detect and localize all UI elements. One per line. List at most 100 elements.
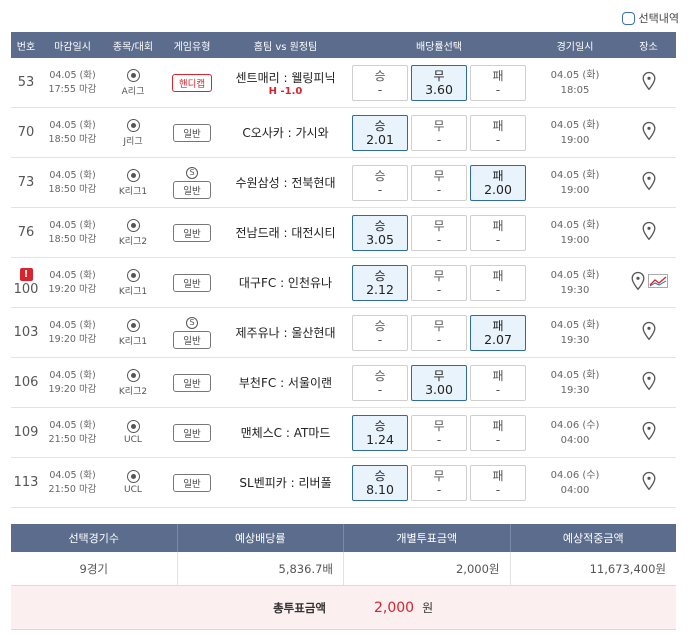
place-cell [621, 421, 676, 444]
odds-label: 승 [374, 118, 386, 133]
location-pin-icon[interactable] [641, 221, 657, 244]
soccer-ball-icon [126, 420, 140, 433]
odds-button[interactable]: 패- [470, 464, 526, 501]
odds-value: - [377, 381, 383, 397]
odds-button[interactable]: 패- [470, 114, 526, 151]
odds-label: 승 [374, 418, 386, 433]
game-time: 18:05 [560, 84, 590, 96]
odds-button[interactable]: 패 2.07 [470, 314, 526, 351]
deadline-time: 18:50 마감 [48, 183, 97, 195]
odds-cell: 승 8.10 무 - 패 - [349, 464, 529, 501]
sport-cell: K리그2 [104, 368, 162, 397]
table-body: 53 04.05 (화) 17:55 마감 A리그 핸디캡 센트매리 : 웰링피닉 H -1… [11, 58, 676, 508]
selection-toggle[interactable]: 선택내역 [621, 10, 679, 26]
soccer-ball-icon [126, 368, 140, 382]
odds-value: 2.00 [484, 181, 512, 197]
odds-button[interactable]: 무- [411, 214, 467, 251]
summary-count: 9경기 [11, 552, 178, 585]
odds-button[interactable]: 승 8.10 [352, 464, 408, 501]
odds-button[interactable]: 승 2.01 [352, 114, 408, 151]
table-row: 103 04.05 (화) 19:20 마감 K리그1 S 일반 제주유나 : 울산현대 승 -… [11, 308, 676, 358]
game-number: 76 [17, 225, 35, 240]
header-teams: 홈팀 vs 원정팀 [253, 41, 318, 53]
location-pin-icon[interactable] [641, 71, 657, 94]
odds-button[interactable]: 패- [470, 364, 526, 401]
game-number: 53 [17, 75, 35, 90]
deadline-cell: 04.05 (화) 21:50 마감 [41, 419, 104, 447]
table-row: ! 100 04.05 (화) 19:20 마감 K리그1 일반 대구FC : 인천유나 승 2… [11, 258, 676, 308]
game-date: 04.05 (화) [550, 319, 600, 331]
location-pin-icon[interactable] [630, 271, 646, 294]
league-name: UCL [124, 485, 142, 495]
odds-value: - [495, 81, 501, 97]
selection-toggle-label: 선택내역 [638, 12, 679, 25]
game-type-tag: 일반 [173, 180, 211, 199]
summary-header-bet: 개별투표금액 [344, 524, 511, 552]
location-pin-icon[interactable] [641, 471, 657, 494]
odds-button[interactable]: 무- [411, 314, 467, 351]
deadline-cell: 04.05 (화) 19:20 마감 [41, 269, 104, 297]
odds-button[interactable]: 무- [411, 264, 467, 301]
location-pin-icon[interactable] [641, 121, 657, 144]
location-pin-icon[interactable] [641, 421, 657, 444]
game-type-tag: 일반 [173, 330, 211, 349]
teams-cell: C오사카 : 가시와 [222, 124, 349, 141]
odds-button[interactable]: 패 2.00 [470, 164, 526, 201]
odds-button[interactable]: 무- [411, 114, 467, 151]
trend-chart-icon[interactable] [647, 274, 668, 291]
match-teams: 부천FC : 서울이랜 [238, 376, 333, 390]
location-pin-icon[interactable] [641, 371, 657, 394]
odds-button[interactable]: 패- [470, 264, 526, 301]
odds-button[interactable]: 승 3.05 [352, 214, 408, 251]
odds-label: 패 [492, 268, 504, 283]
odds-label: 무 [433, 218, 445, 233]
odds-button[interactable]: 승- [352, 364, 408, 401]
odds-button[interactable]: 승- [352, 314, 408, 351]
odds-value: - [436, 281, 442, 297]
game-date: 04.05 (화) [550, 269, 600, 281]
odds-label: 무 [433, 268, 445, 283]
odds-button[interactable]: 무- [411, 414, 467, 451]
deadline-date: 04.05 (화) [49, 269, 96, 281]
game-type-tag: 일반 [173, 273, 211, 292]
deadline-time: 21:50 마감 [48, 483, 97, 495]
game-date: 04.05 (화) [550, 169, 600, 181]
game-type-tag: 핸디캡 [171, 73, 213, 92]
deadline-time: 18:50 마감 [48, 233, 97, 245]
odds-label: 패 [492, 168, 504, 183]
game-type-cell: 일반 [162, 473, 222, 492]
odds-button[interactable]: 승- [352, 164, 408, 201]
deadline-cell: 04.05 (화) 21:50 마감 [41, 469, 104, 497]
deadline-date: 04.05 (화) [49, 369, 96, 381]
sport-cell: K리그1 [104, 168, 162, 197]
game-time: 19:00 [560, 234, 590, 246]
soccer-ball-icon [126, 318, 140, 332]
odds-button[interactable]: 승- [352, 64, 408, 101]
game-time: 19:00 [560, 184, 590, 196]
odds-button[interactable]: 패- [470, 214, 526, 251]
odds-button[interactable]: 무- [411, 164, 467, 201]
game-time-cell: 04.06 (수) 04:00 [529, 468, 621, 498]
game-type-tag: 일반 [173, 423, 211, 442]
game-table: 번호 마감일시 종목/대회 게임유형 홈팀 vs 원정팀 배당률선택 경기일시 … [11, 32, 676, 508]
location-pin-icon[interactable] [641, 321, 657, 344]
odds-label: 승 [374, 468, 386, 483]
odds-button[interactable]: 패- [470, 64, 526, 101]
odds-button[interactable]: 무 3.60 [411, 64, 467, 101]
location-pin-icon[interactable] [641, 171, 657, 194]
odds-button[interactable]: 승 2.12 [352, 264, 408, 301]
odds-button[interactable]: 승 1.24 [352, 414, 408, 451]
league-name: K리그2 [118, 236, 148, 247]
odds-button[interactable]: 패- [470, 414, 526, 451]
table-header: 번호 마감일시 종목/대회 게임유형 홈팀 vs 원정팀 배당률선택 경기일시 … [11, 32, 676, 58]
game-number: 73 [17, 175, 35, 190]
teams-cell: 제주유나 : 울산현대 [222, 324, 349, 341]
deadline-date: 04.05 (화) [49, 169, 96, 181]
game-type-cell: 일반 [162, 273, 222, 292]
odds-value: 3.00 [425, 381, 453, 397]
total-amount: 2,000 [374, 599, 415, 616]
odds-button[interactable]: 무- [411, 464, 467, 501]
checkbox-icon[interactable] [621, 11, 635, 25]
deadline-cell: 04.05 (화) 19:20 마감 [41, 369, 104, 397]
odds-button[interactable]: 무 3.00 [411, 364, 467, 401]
